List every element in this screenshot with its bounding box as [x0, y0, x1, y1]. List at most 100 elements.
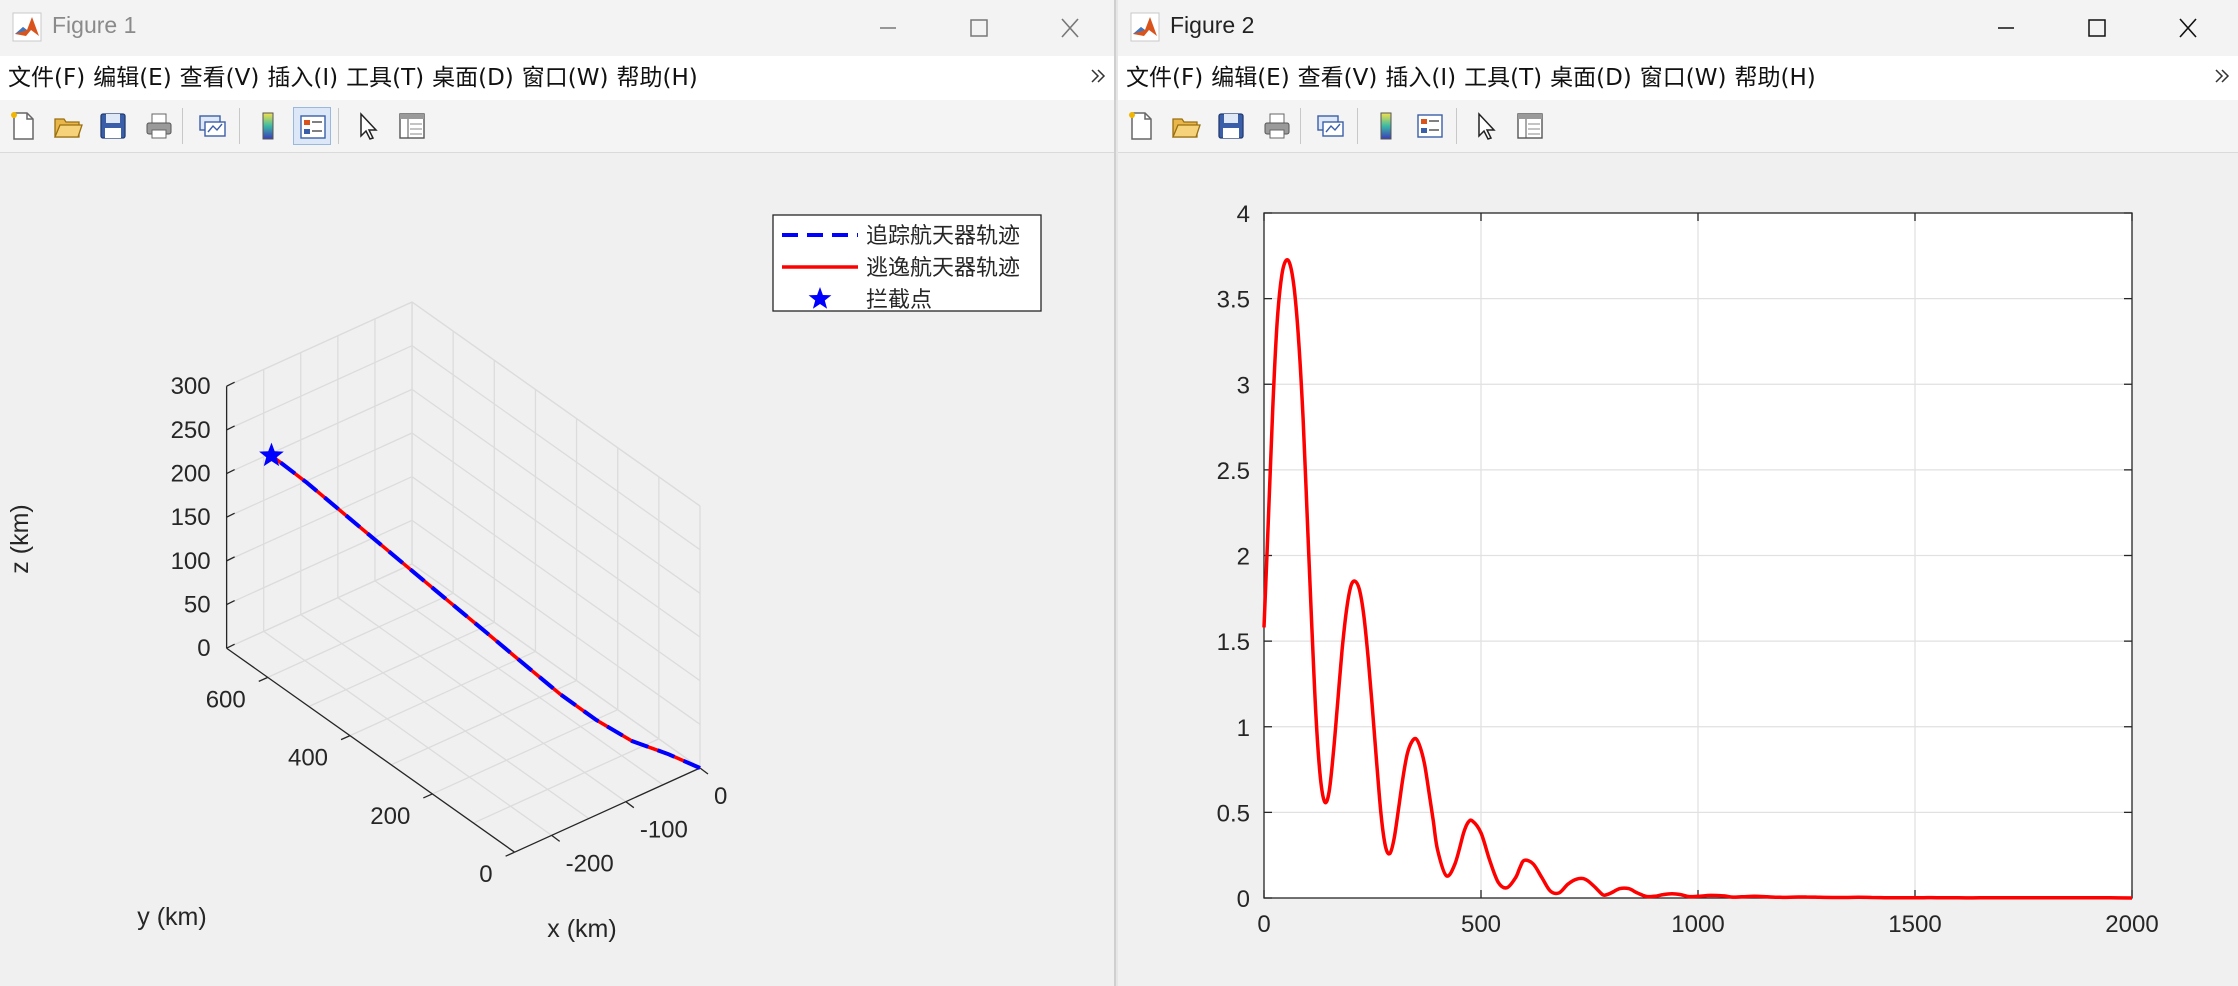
menu-bar: 文件(F) 编辑(E) 查看(V) 插入(I) 工具(T) 桌面(D) 窗口(W) 帮助(H): [0, 56, 1114, 100]
toolbar-separator: [1357, 108, 1358, 144]
z-tick-label: 250: [171, 417, 211, 444]
menu-item-6[interactable]: 窗口(W): [518, 56, 613, 100]
z-tick-label: 100: [171, 548, 211, 575]
y-tick-label: 200: [370, 803, 410, 830]
menu-item-7[interactable]: 帮助(H): [1730, 56, 1819, 100]
menu-item-5[interactable]: 桌面(D): [1546, 56, 1636, 100]
toolbar-separator: [182, 108, 183, 144]
menu-item-3[interactable]: 插入(I): [263, 56, 342, 100]
menu-item-1[interactable]: 编辑(E): [1207, 56, 1293, 100]
insert-legend-icon[interactable]: [293, 107, 331, 145]
menu-item-7[interactable]: 帮助(H): [612, 56, 701, 100]
menu-item-4[interactable]: 工具(T): [1460, 56, 1546, 100]
y-tick-label: 600: [206, 686, 246, 713]
new-figure-icon[interactable]: [4, 107, 42, 145]
menu-bar: 文件(F) 编辑(E) 查看(V) 插入(I) 工具(T) 桌面(D) 窗口(W) 帮助(H): [1118, 56, 2238, 100]
toolbar-separator: [1300, 108, 1301, 144]
property-inspector-icon[interactable]: [393, 107, 431, 145]
figure-1-window: Figure 1 文件(F) 编辑(E) 查看(V) 插入(I) 工具(T) 桌面(D) 窗…: [0, 0, 1116, 986]
print-icon[interactable]: [1258, 107, 1296, 145]
legend-entry: 逃逸航天器轨迹: [866, 255, 1020, 280]
open-file-icon[interactable]: [49, 107, 87, 145]
link-plot-icon[interactable]: [193, 107, 231, 145]
toolbar: [1118, 100, 2238, 153]
edit-pointer-icon[interactable]: [1467, 107, 1505, 145]
y-tick-label: 2: [1237, 544, 1250, 571]
x-axis-label: x (km): [547, 915, 616, 943]
close-button[interactable]: [1045, 8, 1095, 48]
y-tick-label: 0: [479, 861, 492, 888]
figure-1-canvas: 0 -100 -200 0 200 400 600 0 50 100 150 200 250 300 x (…: [0, 153, 1114, 986]
y-tick-label: 3.5: [1217, 287, 1250, 314]
matlab-logo-icon: [1130, 12, 1160, 42]
menu-item-1[interactable]: 编辑(E): [89, 56, 175, 100]
toolbar-separator: [1456, 108, 1457, 144]
y-tick-label: 400: [288, 745, 328, 772]
toolbar-separator: [338, 108, 339, 144]
z-tick-label: 200: [171, 461, 211, 488]
insert-colorbar-icon[interactable]: [249, 107, 287, 145]
toolbar-separator: [239, 108, 240, 144]
figure-2-canvas: 0 500 1000 1500 2000 0 0.5 1 1.5 2 2.5 3 3.5 4: [1118, 153, 2238, 986]
x-tick-label: -100: [640, 817, 688, 844]
maximize-button[interactable]: [2071, 8, 2121, 48]
x-tick-label: -200: [566, 850, 614, 877]
z-tick-label: 300: [171, 373, 211, 400]
y-tick-label: 1.5: [1217, 629, 1250, 656]
menu-item-2[interactable]: 查看(V): [176, 56, 264, 100]
insert-legend-icon[interactable]: [1411, 107, 1449, 145]
chevron-double-icon[interactable]: [1090, 68, 1106, 84]
z-tick-label: 0: [197, 635, 210, 662]
chevron-double-icon[interactable]: [2214, 68, 2230, 84]
z-tick-label: 150: [171, 504, 211, 531]
y-axis-label: y (km): [137, 903, 206, 931]
save-icon[interactable]: [94, 107, 132, 145]
print-icon[interactable]: [140, 107, 178, 145]
x-tick-label: 1500: [1888, 911, 1941, 938]
y-tick-label: 0: [1237, 886, 1250, 913]
edit-pointer-icon[interactable]: [349, 107, 387, 145]
plot-2d[interactable]: 0 500 1000 1500 2000 0 0.5 1 1.5 2 2.5 3 3.5 4: [1118, 153, 2238, 986]
z-axis-label: z (km): [6, 504, 34, 573]
x-tick-label: 2000: [2105, 911, 2158, 938]
maximize-button[interactable]: [953, 8, 1003, 48]
link-plot-icon[interactable]: [1311, 107, 1349, 145]
close-button[interactable]: [2163, 8, 2213, 48]
title-bar: Figure 2: [1118, 0, 2238, 56]
menu-item-6[interactable]: 窗口(W): [1636, 56, 1731, 100]
x-tick-label: 0: [1257, 911, 1270, 938]
plot-3d[interactable]: 0 -100 -200 0 200 400 600 0 50 100 150 200 250 300 x (…: [0, 153, 1114, 986]
menu-item-4[interactable]: 工具(T): [342, 56, 428, 100]
menu-item-3[interactable]: 插入(I): [1381, 56, 1460, 100]
y-tick-label: 1: [1237, 715, 1250, 742]
title-bar: Figure 1: [0, 0, 1114, 56]
legend-entry: 追踪航天器轨迹: [866, 223, 1020, 248]
legend[interactable]: 追踪航天器轨迹逃逸航天器轨迹拦截点: [772, 214, 1042, 312]
y-tick-label: 2.5: [1217, 458, 1250, 485]
z-tick-label: 50: [184, 592, 211, 619]
matlab-logo-icon: [12, 12, 42, 42]
menu-item-2[interactable]: 查看(V): [1294, 56, 1382, 100]
x-tick-label: 1000: [1671, 911, 1724, 938]
property-inspector-icon[interactable]: [1511, 107, 1549, 145]
save-icon[interactable]: [1212, 107, 1250, 145]
menu-item-0[interactable]: 文件(F): [4, 56, 89, 100]
axes: [225, 381, 709, 857]
legend-entry: 拦截点: [866, 287, 932, 312]
new-figure-icon[interactable]: [1122, 107, 1160, 145]
window-title: Figure 1: [52, 12, 137, 38]
x-tick-label: 0: [714, 783, 727, 810]
figure-2-window: Figure 2 文件(F) 编辑(E) 查看(V) 插入(I) 工具(T) 桌面(D) 窗…: [1118, 0, 2238, 986]
minimize-button[interactable]: [862, 8, 912, 48]
y-tick-label: 4: [1237, 201, 1250, 228]
open-file-icon[interactable]: [1167, 107, 1205, 145]
x-tick-label: 500: [1461, 911, 1501, 938]
minimize-button[interactable]: [1980, 8, 2030, 48]
insert-colorbar-icon[interactable]: [1367, 107, 1405, 145]
window-title: Figure 2: [1170, 12, 1255, 38]
y-tick-label: 0.5: [1217, 800, 1250, 827]
menu-item-5[interactable]: 桌面(D): [428, 56, 518, 100]
y-tick-label: 3: [1237, 372, 1250, 399]
menu-item-0[interactable]: 文件(F): [1122, 56, 1207, 100]
toolbar: [0, 100, 1114, 153]
